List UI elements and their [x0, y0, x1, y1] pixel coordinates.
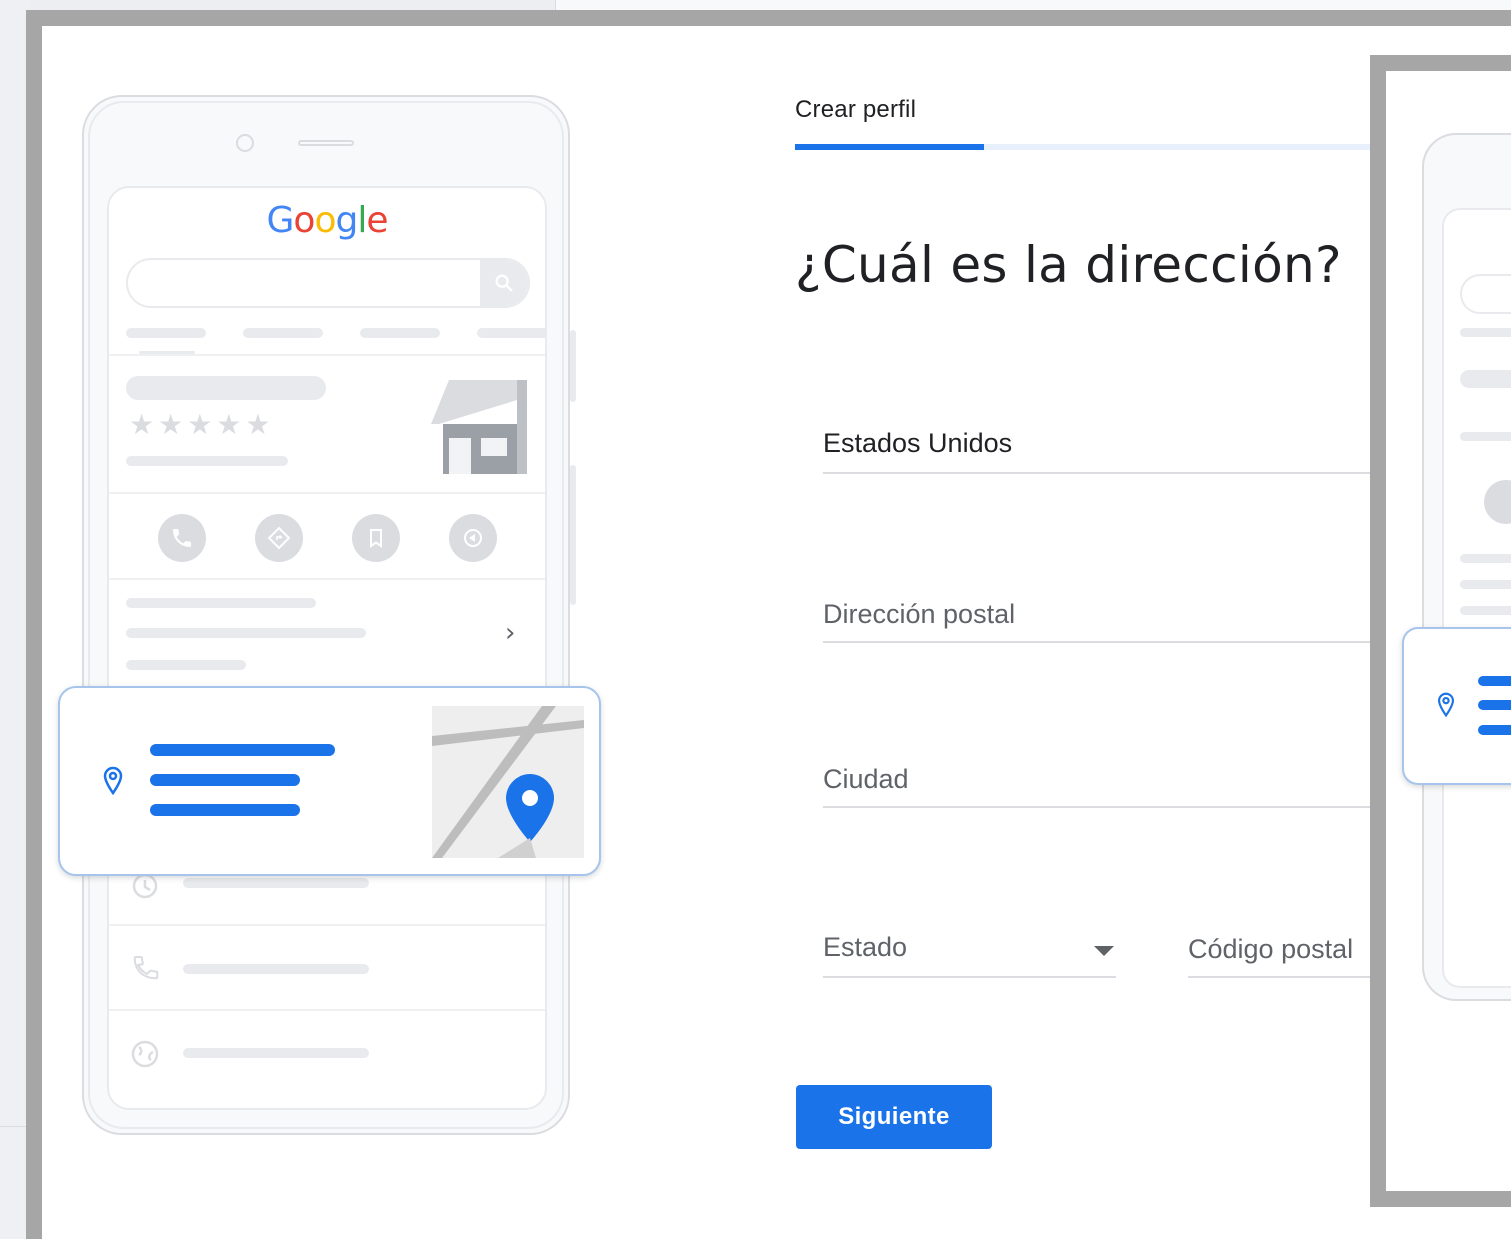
address-line	[1478, 676, 1511, 686]
logo-letter: g	[335, 200, 358, 241]
phone-side-button	[570, 330, 576, 402]
placeholder-bar	[1460, 328, 1511, 337]
chevron-right-icon: ›	[505, 618, 516, 648]
address-line	[1478, 700, 1511, 710]
placeholder-bar	[126, 376, 326, 400]
street-address-placeholder: Dirección postal	[823, 599, 1016, 629]
progress-bar	[795, 144, 984, 150]
placeholder-bar	[126, 328, 206, 338]
country-value: Estados Unidos	[823, 428, 1013, 458]
phone-icon	[129, 952, 161, 984]
bookmark-icon	[352, 514, 400, 562]
divider	[109, 492, 545, 494]
placeholder-bar	[183, 964, 369, 974]
logo-letter: o	[293, 200, 315, 241]
location-pin-icon	[103, 766, 123, 796]
address-line	[150, 774, 300, 786]
address-line	[1478, 725, 1511, 735]
placeholder-bar	[183, 878, 369, 888]
placeholder-bar	[1460, 274, 1511, 314]
street-address-field[interactable]: Dirección postal	[823, 599, 1383, 643]
map-thumbnail	[432, 706, 584, 858]
placeholder-bar	[477, 328, 545, 338]
logo-letter: e	[366, 200, 388, 241]
phone-icon	[1484, 480, 1511, 524]
phone-screen: Google ★★★★★ ›	[107, 186, 547, 1110]
next-button[interactable]: Siguiente	[796, 1085, 992, 1149]
page-title: ¿Cuál es la dirección?	[795, 236, 1342, 294]
placeholder-bar	[126, 660, 246, 670]
placeholder-bar	[126, 456, 288, 466]
divider	[109, 354, 545, 356]
rating-stars: ★★★★★	[129, 408, 275, 441]
state-select-label: Estado	[823, 932, 908, 962]
mock-search-box	[126, 258, 530, 308]
phone-camera-icon	[236, 134, 254, 152]
postal-code-placeholder: Código postal	[1188, 934, 1354, 964]
address-line	[150, 804, 300, 816]
search-icon	[480, 260, 528, 306]
address-highlight-card	[58, 686, 601, 876]
phone-icon	[158, 514, 206, 562]
chevron-down-icon[interactable]	[1094, 946, 1114, 956]
placeholder-bar	[126, 598, 316, 608]
logo-letter: o	[314, 200, 336, 241]
placeholder-bar	[360, 328, 440, 338]
placeholder-bar	[243, 328, 323, 338]
state-select[interactable]	[823, 976, 1116, 978]
google-logo: Google	[109, 200, 545, 241]
placeholder-bar	[183, 1048, 369, 1058]
postal-code-field[interactable]	[1188, 976, 1388, 978]
directions-icon	[255, 514, 303, 562]
divider	[109, 578, 545, 580]
logo-letter: l	[357, 200, 367, 241]
phone-side-button	[570, 465, 576, 605]
logo-letter: G	[266, 200, 295, 241]
storefront-icon	[431, 380, 527, 474]
tab-create-profile[interactable]: Crear perfil	[795, 96, 916, 124]
address-line	[150, 744, 335, 756]
placeholder-bar	[1460, 606, 1511, 615]
placeholder-bar	[1460, 370, 1511, 388]
phone-speaker-icon	[298, 140, 354, 146]
divider	[109, 1009, 545, 1011]
placeholder-bar	[1460, 432, 1511, 441]
city-field[interactable]: Ciudad	[823, 764, 1383, 808]
country-field[interactable]: Estados Unidos	[823, 428, 1383, 474]
location-pin-icon	[1437, 692, 1455, 718]
city-placeholder: Ciudad	[823, 764, 909, 794]
globe-icon	[129, 1038, 161, 1070]
placeholder-bar	[1460, 580, 1511, 589]
placeholder-bar	[1460, 554, 1511, 563]
secondary-phone-screen	[1442, 208, 1511, 988]
share-icon	[449, 514, 497, 562]
divider	[109, 924, 545, 926]
placeholder-bar	[126, 628, 366, 638]
